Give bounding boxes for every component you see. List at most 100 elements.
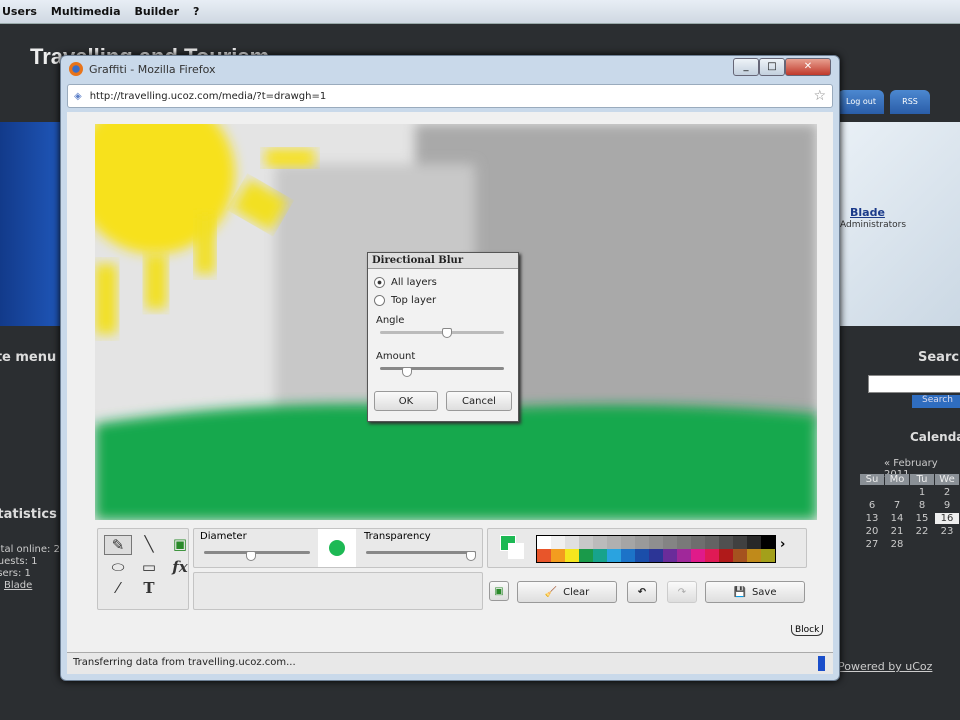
calendar-day[interactable]: 2	[935, 487, 959, 498]
block-button[interactable]: Block	[791, 625, 824, 636]
palette-color-swatch[interactable]	[649, 536, 663, 549]
radio-label: All layers	[391, 277, 437, 288]
diameter-slider-thumb[interactable]	[246, 551, 256, 561]
calendar-day[interactable]: 13	[860, 513, 884, 524]
palette-color-swatch[interactable]	[537, 549, 551, 562]
palette-color-swatch[interactable]	[663, 549, 677, 562]
secondary-color-swatch[interactable]	[508, 543, 524, 559]
user-link[interactable]: Blade	[850, 206, 885, 219]
effects-tool-icon[interactable]: fx	[166, 558, 194, 576]
palette-color-swatch[interactable]	[705, 549, 719, 562]
brush-tool-icon[interactable]: ✎	[104, 535, 132, 555]
minimize-button[interactable]: _	[733, 58, 759, 76]
firefox-window: Graffiti - Mozilla Firefox _ □ ✕ ◈ http:…	[60, 55, 840, 681]
palette-color-swatch[interactable]	[747, 536, 761, 549]
palette-color-swatch[interactable]	[733, 536, 747, 549]
url-bar[interactable]: ◈ http://travelling.ucoz.com/media/?t=dr…	[67, 84, 833, 108]
palette-color-swatch[interactable]	[677, 536, 691, 549]
palette-color-swatch[interactable]	[691, 549, 705, 562]
palette-color-swatch[interactable]	[593, 536, 607, 549]
save-label: Save	[751, 586, 777, 598]
redo-button[interactable]: ↷	[667, 581, 697, 603]
image-tool-icon[interactable]: ▣	[166, 535, 194, 555]
palette-color-swatch[interactable]	[579, 536, 593, 549]
palette-color-swatch[interactable]	[663, 536, 677, 549]
palette-color-swatch[interactable]	[565, 549, 579, 562]
palette-color-swatch[interactable]	[719, 536, 733, 549]
palette-color-swatch[interactable]	[719, 549, 733, 562]
palette-color-swatch[interactable]	[705, 536, 719, 549]
calendar-day[interactable]: 22	[910, 526, 934, 537]
search-input[interactable]	[868, 375, 960, 393]
palette-color-swatch[interactable]	[565, 536, 579, 549]
palette-color-swatch[interactable]	[593, 549, 607, 562]
menu-help[interactable]: ?	[193, 5, 199, 18]
amount-slider[interactable]	[380, 367, 504, 370]
radio-all-layers[interactable]: All layers	[374, 277, 437, 288]
ellipse-tool-icon[interactable]: ⬭	[104, 558, 132, 576]
brush-preview-dot	[329, 540, 345, 556]
palette-color-swatch[interactable]	[607, 549, 621, 562]
undo-button[interactable]: ↶	[627, 581, 657, 603]
calendar-day[interactable]: 21	[885, 526, 909, 537]
diameter-slider[interactable]	[204, 551, 310, 554]
footer-link[interactable]: Powered by uCoz	[838, 660, 932, 673]
palette-color-swatch[interactable]	[551, 549, 565, 562]
transparency-slider[interactable]	[366, 551, 476, 554]
tab-rss[interactable]: RSS	[890, 90, 930, 114]
amount-slider-thumb[interactable]	[402, 367, 412, 377]
rectangle-tool-icon[interactable]: ▭	[135, 558, 163, 576]
palette-color-swatch[interactable]	[747, 549, 761, 562]
menu-builder[interactable]: Builder	[135, 5, 180, 18]
maximize-button[interactable]: □	[759, 58, 785, 76]
calendar-day[interactable]: 23	[935, 526, 959, 537]
statistics-heading: Statistics	[0, 507, 57, 522]
cancel-button[interactable]: Cancel	[446, 391, 512, 411]
angle-slider-thumb[interactable]	[442, 328, 452, 338]
calendar-day[interactable]: 27	[860, 539, 884, 550]
save-button[interactable]: 💾 Save	[705, 581, 805, 603]
radio-top-layer[interactable]: Top layer	[374, 295, 436, 306]
palette-color-swatch[interactable]	[691, 536, 705, 549]
line-tool-icon[interactable]: ╲	[135, 535, 163, 555]
palette-color-swatch[interactable]	[579, 549, 593, 562]
menu-users[interactable]: Users	[2, 5, 37, 18]
ok-button[interactable]: OK	[374, 391, 438, 411]
palette-color-swatch[interactable]	[551, 536, 565, 549]
progress-indicator	[818, 656, 825, 671]
calendar-day[interactable]: 9	[935, 500, 959, 511]
stats-user-link[interactable]: Blade	[0, 580, 32, 591]
calendar-day[interactable]: 14	[885, 513, 909, 524]
menu-multimedia[interactable]: Multimedia	[51, 5, 121, 18]
palette-color-swatch[interactable]	[537, 536, 551, 549]
window-titlebar: Graffiti - Mozilla Firefox	[61, 56, 839, 82]
palette-color-swatch[interactable]	[635, 536, 649, 549]
palette-color-swatch[interactable]	[635, 549, 649, 562]
palette-color-swatch[interactable]	[621, 536, 635, 549]
palette-color-swatch[interactable]	[761, 549, 775, 562]
clear-button[interactable]: 🧹 Clear	[517, 581, 617, 603]
background-image-button[interactable]: ▣	[489, 581, 509, 601]
calendar-day[interactable]: 28	[885, 539, 909, 550]
palette-color-swatch[interactable]	[649, 549, 663, 562]
palette-color-swatch[interactable]	[621, 549, 635, 562]
close-button[interactable]: ✕	[785, 58, 831, 76]
calendar-day[interactable]: 20	[860, 526, 884, 537]
palette-color-swatch[interactable]	[607, 536, 621, 549]
calendar-day[interactable]: 7	[885, 500, 909, 511]
palette-color-swatch[interactable]	[761, 536, 775, 549]
eyedropper-tool-icon[interactable]: ⁄	[104, 579, 132, 597]
calendar-day[interactable]: 16	[935, 513, 959, 524]
search-button[interactable]: Search	[912, 395, 960, 408]
calendar-day[interactable]: 15	[910, 513, 934, 524]
palette-color-swatch[interactable]	[677, 549, 691, 562]
palette-next-icon[interactable]: ›	[780, 537, 785, 552]
tab-logout[interactable]: Log out	[838, 90, 884, 114]
calendar-day[interactable]: 8	[910, 500, 934, 511]
bookmark-star-icon[interactable]: ☆	[813, 88, 826, 104]
palette-color-swatch[interactable]	[733, 549, 747, 562]
calendar-day[interactable]: 1	[910, 487, 934, 498]
transparency-slider-thumb[interactable]	[466, 551, 476, 561]
text-tool-icon[interactable]: T	[135, 579, 163, 597]
calendar-day[interactable]: 6	[860, 500, 884, 511]
